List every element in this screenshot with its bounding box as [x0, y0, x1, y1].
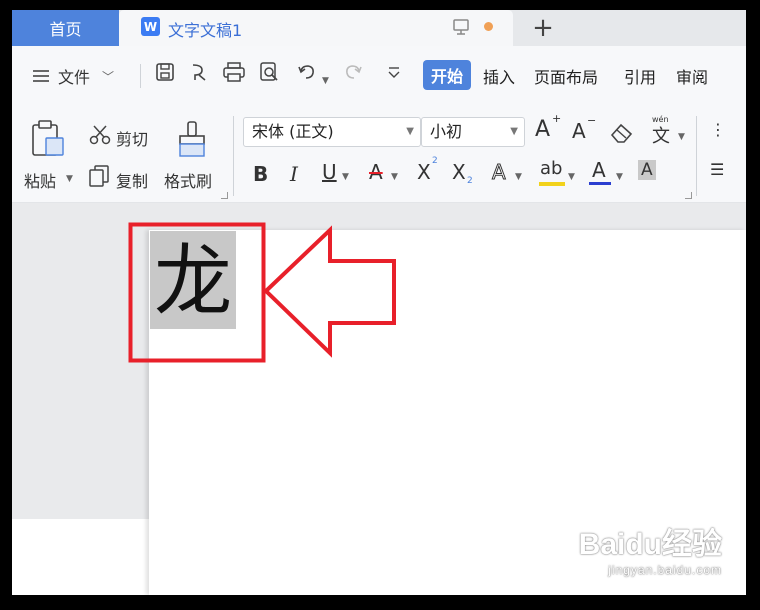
- grow-font-button[interactable]: A: [535, 117, 550, 142]
- font-color-dropdown-icon[interactable]: ▼: [616, 172, 623, 182]
- document-workspace: 龙 Baidu经验 jingyan.baidu.com: [12, 203, 746, 595]
- annotation-arrow-icon: [263, 225, 396, 358]
- align-icon[interactable]: ☰: [710, 160, 724, 179]
- phonetic-dropdown-icon[interactable]: ▼: [678, 132, 685, 142]
- highlight-dropdown-icon[interactable]: ▼: [568, 172, 575, 182]
- grow-font-plus-icon: +: [552, 112, 562, 125]
- eraser-icon[interactable]: [609, 122, 635, 144]
- shrink-font-button[interactable]: A: [572, 119, 586, 143]
- highlight-color-bar: [539, 182, 565, 186]
- tab-references[interactable]: 引用: [624, 64, 656, 88]
- document-tab-title: 文字文稿1: [168, 21, 243, 40]
- ribbon-divider: [696, 116, 697, 196]
- file-menu-label: 文件: [58, 68, 91, 87]
- tab-insert[interactable]: 插入: [483, 64, 515, 88]
- paste-dropdown-icon[interactable]: ▼: [66, 174, 73, 184]
- watermark-url: jingyan.baidu.com: [608, 563, 722, 577]
- font-size-combo[interactable]: 小初 ▼: [421, 117, 525, 147]
- wps-writer-icon: W: [141, 17, 160, 36]
- underline-dropdown-icon[interactable]: ▼: [342, 172, 349, 182]
- superscript-marker: 2: [432, 156, 438, 166]
- redo-icon[interactable]: [342, 61, 364, 83]
- tab-page-layout[interactable]: 页面布局: [534, 64, 598, 88]
- font-color-bar: [589, 182, 611, 185]
- ribbon-home: 粘贴 ▼ 剪切 复制 格式刷 宋体 (正文) ▼ 小初 ▼ A + A − wé…: [12, 102, 746, 203]
- new-tab-button[interactable]: +: [528, 10, 558, 46]
- clipboard-group-expander[interactable]: [221, 192, 228, 199]
- font-name-value: 宋体 (正文): [252, 122, 334, 141]
- format-painter-button[interactable]: 格式刷: [164, 168, 212, 192]
- font-color-button[interactable]: A: [592, 158, 606, 182]
- strikethrough-button[interactable]: A: [369, 160, 383, 184]
- annotation-box: [128, 222, 266, 363]
- text-effect-button[interactable]: A: [492, 160, 507, 185]
- ribbon-divider: [233, 116, 234, 196]
- copy-icon: [89, 165, 109, 187]
- output-pdf-icon[interactable]: [188, 61, 210, 83]
- character-shading-button[interactable]: A: [638, 160, 656, 180]
- paste-icon[interactable]: [30, 120, 66, 158]
- print-icon[interactable]: [222, 61, 246, 83]
- highlight-button[interactable]: ab: [540, 158, 562, 179]
- paste-button[interactable]: 粘贴: [24, 168, 56, 192]
- undo-icon[interactable]: [296, 61, 318, 83]
- scissors-icon: [89, 125, 111, 145]
- monitor-icon[interactable]: [452, 18, 470, 36]
- shrink-font-minus-icon: −: [587, 114, 597, 127]
- tab-start[interactable]: 开始: [423, 60, 472, 90]
- customize-toolbar-icon[interactable]: [386, 61, 402, 83]
- wps-window: 首页 W 文字文稿1 + 文件 ﹀ ▼ 开始 插入 页面布局 引用 审阅 粘贴 …: [12, 10, 746, 595]
- strikethrough-dropdown-icon[interactable]: ▼: [391, 172, 398, 182]
- chevron-down-icon: ▼: [510, 126, 518, 137]
- print-preview-icon[interactable]: [258, 61, 280, 83]
- cut-button[interactable]: 剪切: [116, 126, 148, 150]
- bold-button[interactable]: B: [253, 162, 268, 186]
- chevron-down-icon: ﹀: [102, 69, 115, 84]
- font-group-expander[interactable]: [685, 192, 692, 199]
- subscript-button[interactable]: X: [452, 160, 466, 184]
- tab-document[interactable]: W 文字文稿1: [119, 10, 513, 46]
- phonetic-guide-button[interactable]: 文: [652, 122, 670, 148]
- watermark-brand: Baidu经验: [578, 528, 722, 561]
- save-icon[interactable]: [154, 61, 176, 83]
- underline-button[interactable]: U: [322, 160, 337, 184]
- tab-home[interactable]: 首页: [12, 10, 119, 46]
- unsaved-dot: [484, 22, 493, 31]
- font-name-combo[interactable]: 宋体 (正文) ▼: [243, 117, 421, 147]
- file-menu-button[interactable]: 文件 ﹀: [32, 64, 114, 88]
- font-size-value: 小初: [430, 122, 463, 141]
- chevron-down-icon: ▼: [406, 126, 414, 137]
- tab-bar: 首页 W 文字文稿1 +: [12, 10, 746, 46]
- format-painter-icon: [179, 121, 205, 157]
- subscript-marker: 2: [467, 176, 473, 186]
- tab-review[interactable]: 审阅: [676, 64, 708, 88]
- italic-button[interactable]: I: [290, 162, 298, 186]
- watermark: Baidu经验 jingyan.baidu.com: [579, 519, 722, 577]
- text-effect-dropdown-icon[interactable]: ▼: [515, 172, 522, 182]
- hamburger-icon: [33, 70, 49, 82]
- copy-button[interactable]: 复制: [116, 168, 148, 192]
- toolbar: 文件 ﹀ ▼ 开始 插入 页面布局 引用 审阅: [12, 46, 746, 102]
- toolbar-divider: [140, 64, 141, 88]
- bullet-list-icon[interactable]: ⋮: [710, 120, 726, 139]
- superscript-button[interactable]: X: [417, 160, 431, 184]
- undo-dropdown-icon[interactable]: ▼: [322, 76, 329, 86]
